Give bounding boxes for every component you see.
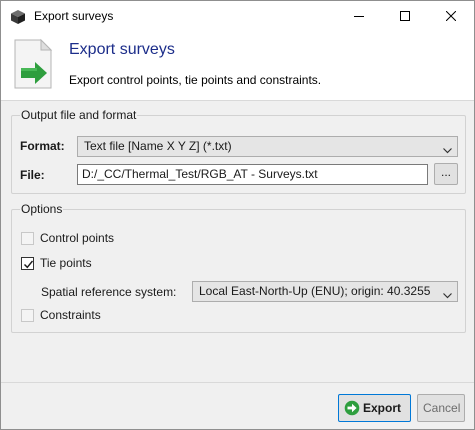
options-group-title: Options	[20, 202, 64, 216]
minimize-button[interactable]	[336, 1, 382, 32]
dialog-header: Export surveys Export control points, ti…	[1, 32, 474, 101]
minimize-icon	[354, 16, 364, 17]
cancel-button-label: Cancel	[423, 401, 461, 415]
app-cube-icon	[10, 9, 26, 25]
export-button-label: Export	[363, 401, 402, 415]
export-button[interactable]: Export	[338, 394, 411, 422]
tie-points-checkbox[interactable]	[21, 257, 34, 270]
title-bar[interactable]: Export surveys	[1, 1, 474, 32]
header-subtitle: Export control points, tie points and co…	[69, 73, 322, 87]
close-button[interactable]	[428, 1, 474, 32]
footer-divider	[1, 382, 474, 383]
constraints-checkbox[interactable]	[21, 309, 34, 322]
format-label: Format:	[20, 139, 65, 153]
output-file-group: Output file and format Format: Text file…	[11, 108, 466, 194]
file-label: File:	[20, 168, 45, 182]
chevron-down-icon	[443, 143, 452, 156]
tie-points-label: Tie points	[40, 256, 92, 270]
maximize-button[interactable]	[382, 1, 428, 32]
srs-select-value: Local East-North-Up (ENU); origin: 40.32…	[199, 284, 431, 298]
control-points-checkbox[interactable]	[21, 232, 34, 245]
srs-label: Spatial reference system:	[41, 285, 177, 299]
header-title: Export surveys	[69, 41, 175, 58]
file-path-input[interactable]: D:/_CC/Thermal_Test/RGB_AT - Surveys.txt	[77, 164, 428, 185]
format-select-value: Text file [Name X Y Z] (*.txt)	[84, 139, 232, 153]
checkmark-icon	[24, 260, 34, 269]
window-title: Export surveys	[34, 9, 114, 23]
output-group-title: Output file and format	[20, 108, 138, 122]
chevron-down-icon	[443, 288, 452, 301]
format-select[interactable]: Text file [Name X Y Z] (*.txt)	[77, 136, 458, 157]
export-surveys-dialog: Export surveys Export surveys Export con…	[0, 0, 475, 430]
export-arrow-icon	[344, 400, 360, 419]
control-points-label: Control points	[40, 231, 115, 245]
cancel-button[interactable]: Cancel	[417, 394, 465, 422]
close-icon	[446, 11, 456, 21]
options-group: Options Control points Tie points Spatia…	[11, 202, 466, 333]
browse-button[interactable]: ...	[434, 163, 458, 185]
constraints-label: Constraints	[40, 308, 101, 322]
srs-select[interactable]: Local East-North-Up (ENU); origin: 40.32…	[192, 281, 458, 302]
export-document-icon	[11, 38, 59, 92]
maximize-icon	[400, 11, 410, 21]
